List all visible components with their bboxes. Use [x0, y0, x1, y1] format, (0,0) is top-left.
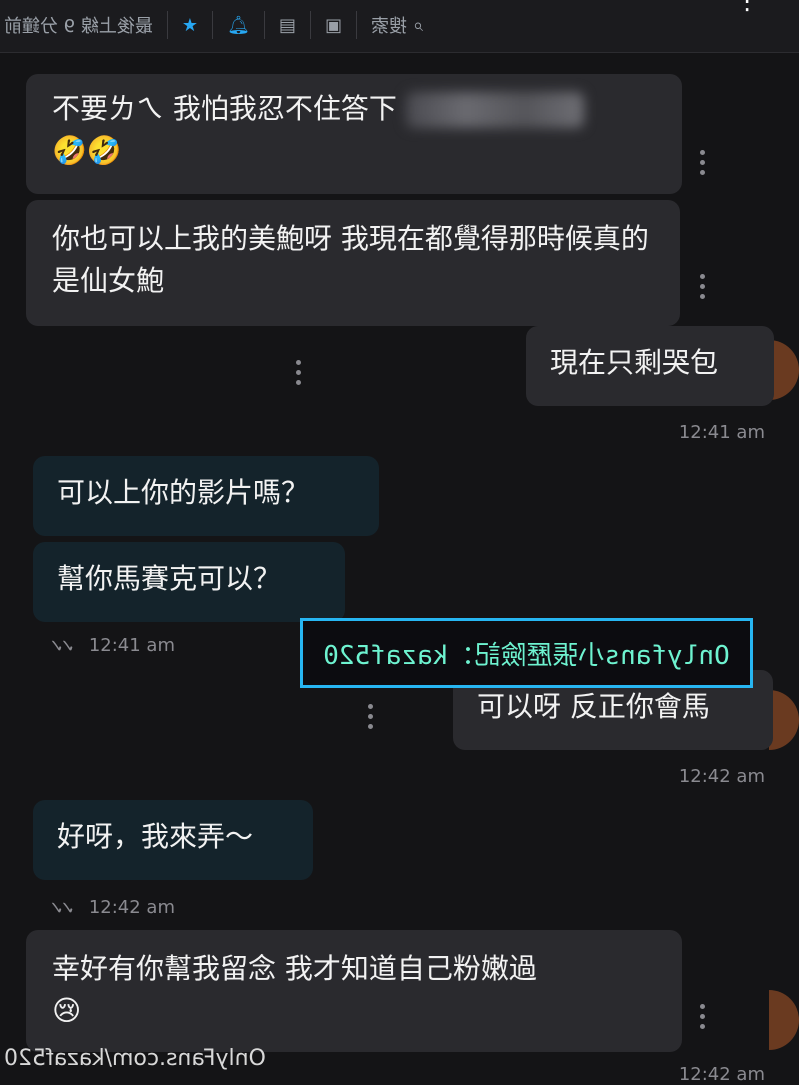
- message-options-icon[interactable]: [699, 1004, 707, 1029]
- read-receipt-icon: ✓✓: [52, 636, 75, 657]
- divider: [309, 11, 311, 39]
- message-time: 12:41 am: [88, 635, 175, 656]
- message-bubble[interactable]: 好呀，我來弄～: [33, 800, 313, 880]
- divider: [263, 11, 265, 39]
- message-time: 12:42 am: [678, 766, 765, 787]
- chat-header: ⋮ ⌕ 搜索 ▣ ▤ 🔔︎ ★ 最後上線 9 分鐘前: [0, 0, 799, 53]
- message-text: 你也可以上我的美鮑呀 我現在都覺得那時候真的是仙女鮑: [52, 222, 649, 297]
- bell-icon[interactable]: 🔔︎: [227, 15, 250, 36]
- message-text: 現在只剩哭包: [550, 346, 719, 379]
- search-button[interactable]: ⌕ 搜索: [371, 12, 423, 38]
- search-label: 搜索: [370, 16, 407, 37]
- message-text: 幫你馬賽克可以？: [57, 562, 282, 595]
- emoji-cry-icon: 😢: [52, 994, 82, 1027]
- avatar: [769, 990, 799, 1050]
- watermark-banner: Onlyfans小張歷險記：kazaf520: [300, 618, 753, 688]
- message-options-icon[interactable]: [699, 150, 707, 175]
- more-options-icon[interactable]: ⋮: [735, 0, 759, 15]
- message-bubble[interactable]: 不要ㄌㄟ 我怕我忍不住答下 🤣🤣: [26, 74, 682, 194]
- chat-screen: ⋮ ⌕ 搜索 ▣ ▤ 🔔︎ ★ 最後上線 9 分鐘前 不要ㄌㄟ 我怕我忍不住答下…: [0, 0, 799, 1085]
- message-text: 不要ㄌㄟ 我怕我忍不住答下: [52, 92, 397, 125]
- message-bubble[interactable]: 幫你馬賽克可以？: [33, 542, 345, 622]
- message-options-icon[interactable]: [295, 360, 303, 385]
- read-receipt-icon: ✓✓: [52, 898, 75, 919]
- message-text: 好呀，我來弄～: [57, 820, 254, 853]
- message-text: 幸好有你幫我留念 我才知道自己粉嫩過: [52, 952, 537, 985]
- message-bubble[interactable]: 現在只剩哭包: [526, 326, 774, 406]
- message-options-icon[interactable]: [367, 704, 375, 729]
- divider: [212, 11, 214, 39]
- message-text: 可以上你的影片嗎？: [57, 476, 310, 509]
- toolbar: ⌕ 搜索 ▣ ▤ 🔔︎ ★ 最後上線 9 分鐘前: [0, 10, 423, 40]
- last-seen-status: 最後上線 9 分鐘前: [4, 16, 153, 37]
- site-watermark: OnlyFans.com/kazaf520: [4, 1046, 266, 1071]
- star-icon[interactable]: ★: [182, 15, 198, 36]
- message-options-icon[interactable]: [699, 274, 707, 299]
- emoji-laugh-icon: 🤣🤣: [52, 134, 122, 167]
- search-icon: ⌕: [412, 14, 424, 36]
- list-icon[interactable]: ▤: [279, 15, 296, 36]
- message-time: 12:42 am: [88, 897, 175, 918]
- divider: [355, 11, 357, 39]
- watermark-text: Onlyfans小張歷險記：kazaf520: [323, 640, 730, 671]
- divider: [166, 11, 168, 39]
- message-time: 12:41 am: [678, 422, 765, 443]
- media-icon[interactable]: ▣: [325, 15, 342, 36]
- message-time: 12:42 am: [678, 1064, 765, 1085]
- message-bubble[interactable]: 你也可以上我的美鮑呀 我現在都覺得那時候真的是仙女鮑: [26, 200, 680, 326]
- blurred-text: [405, 92, 584, 128]
- avatar: [769, 690, 799, 750]
- message-bubble[interactable]: 幸好有你幫我留念 我才知道自己粉嫩過 😢: [26, 930, 682, 1052]
- message-bubble[interactable]: 可以上你的影片嗎？: [33, 456, 379, 536]
- message-text: 可以呀 反正你會馬: [477, 690, 710, 723]
